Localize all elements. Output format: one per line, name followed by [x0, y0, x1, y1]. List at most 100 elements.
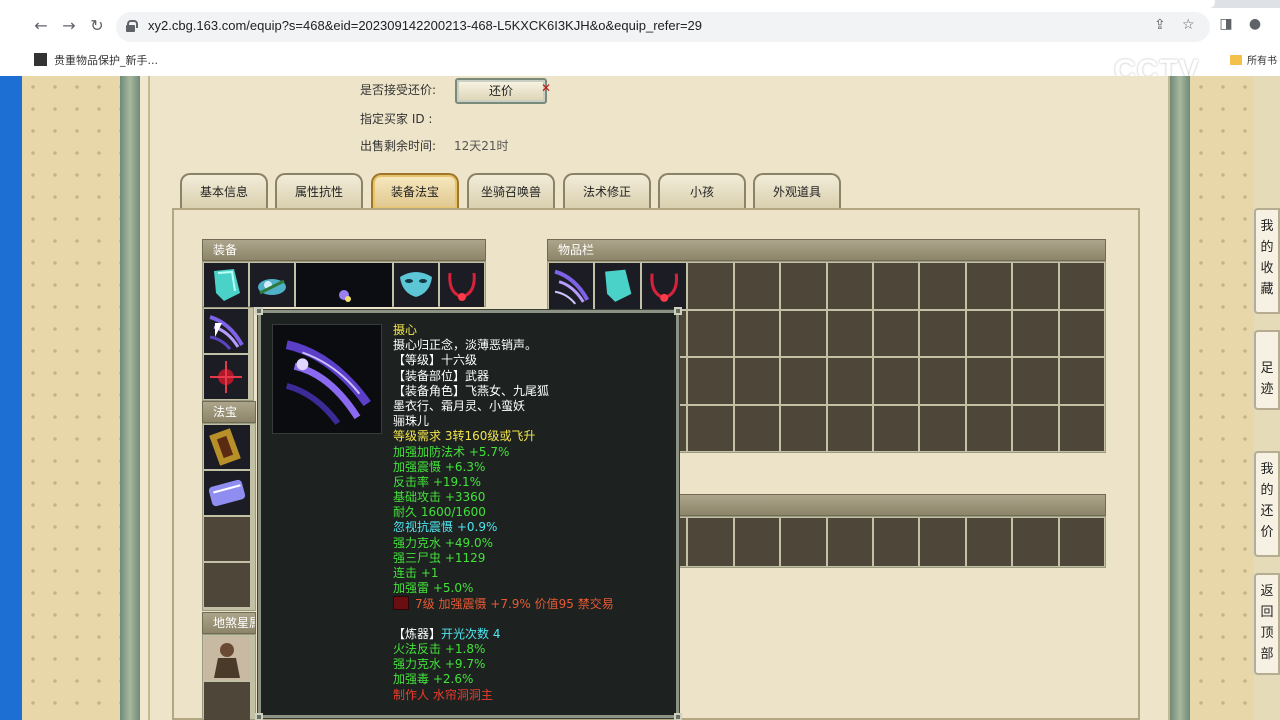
star-header: 地煞星属: [202, 612, 256, 634]
inventory-slot[interactable]: [641, 263, 687, 309]
grid-slot[interactable]: [920, 518, 965, 566]
grid-slot[interactable]: [781, 518, 826, 566]
tooltip-line-text: 【等级】十六级: [393, 353, 478, 368]
inventory-slot[interactable]: [920, 405, 965, 451]
address-bar[interactable]: xy2.cbg.163.com/equip?s=468&eid=20230914…: [116, 12, 1210, 42]
cape-icon: [605, 269, 632, 302]
inventory-slot[interactable]: [1013, 358, 1058, 404]
talisman-icon: [209, 428, 241, 466]
inventory-slot[interactable]: [1059, 405, 1104, 451]
inventory-slot[interactable]: [827, 405, 872, 451]
inventory-slot[interactable]: [734, 358, 780, 404]
inventory-slot[interactable]: [688, 405, 733, 451]
inventory-slot[interactable]: [688, 263, 733, 309]
inventory-slot[interactable]: [1059, 358, 1104, 404]
grid-slot[interactable]: [873, 518, 919, 566]
forward-icon[interactable]: →: [58, 15, 80, 37]
inventory-slot[interactable]: [734, 405, 780, 451]
tooltip-line-text: 基础攻击 +3360: [393, 490, 486, 505]
all-bookmarks[interactable]: 所有书: [1230, 52, 1277, 67]
share-icon[interactable]: ⇪: [1154, 17, 1166, 33]
inventory-slot[interactable]: [549, 263, 594, 309]
equip-weapon-slot[interactable]: [204, 309, 248, 353]
treasure-slot[interactable]: [204, 471, 250, 515]
star-slot[interactable]: [204, 636, 250, 680]
inventory-slot[interactable]: [688, 358, 733, 404]
inventory-slot[interactable]: [827, 263, 872, 309]
inventory-slot[interactable]: [734, 310, 780, 356]
tooltip-line: 【炼器】开光次数 4: [393, 627, 673, 642]
equip-character-slot[interactable]: [296, 263, 392, 307]
mask-icon: [400, 272, 432, 297]
my-counter-offers-button[interactable]: 我的还价: [1254, 451, 1280, 557]
grid-slot[interactable]: [1013, 518, 1058, 566]
inventory-slot[interactable]: [966, 310, 1012, 356]
inventory-slot[interactable]: [1059, 263, 1104, 309]
tab-mounts-pets[interactable]: 坐骑召唤兽: [467, 173, 555, 209]
grid-slot[interactable]: [688, 518, 733, 566]
active-tab[interactable]: [0, 0, 1215, 8]
inventory-slot[interactable]: [873, 263, 919, 309]
url-text[interactable]: xy2.cbg.163.com/equip?s=468&eid=20230914…: [148, 18, 702, 33]
inventory-slot[interactable]: [688, 310, 733, 356]
inventory-header: 物品栏: [547, 239, 1106, 261]
inventory-slot[interactable]: [1013, 405, 1058, 451]
inventory-slot[interactable]: [873, 310, 919, 356]
back-to-top-button[interactable]: 返回顶部: [1254, 573, 1280, 675]
treasure-slot[interactable]: [204, 517, 250, 561]
inventory-slot[interactable]: [781, 310, 826, 356]
side-panel-icon[interactable]: ◨: [1216, 16, 1236, 36]
back-icon[interactable]: ←: [30, 15, 52, 37]
inventory-slot[interactable]: [920, 358, 965, 404]
tooltip-line: 骊珠儿: [393, 414, 673, 429]
grid-slot[interactable]: [966, 518, 1012, 566]
treasure-slot[interactable]: [204, 425, 250, 469]
tooltip-line: 制作人 水帘洞洞主: [393, 688, 673, 703]
reload-icon[interactable]: ↻: [86, 15, 108, 37]
inventory-slot[interactable]: [966, 263, 1012, 309]
star-slot[interactable]: [204, 682, 250, 720]
inventory-slot[interactable]: [966, 405, 1012, 451]
tooltip-line: 【装备角色】飞燕女、九尾狐: [393, 384, 673, 399]
inventory-slot[interactable]: [966, 358, 1012, 404]
weapon-claw-icon: [285, 340, 371, 425]
inventory-slot[interactable]: [781, 405, 826, 451]
profile-icon[interactable]: ●: [1245, 16, 1265, 36]
equip-slot[interactable]: [440, 263, 484, 307]
inventory-slot[interactable]: [781, 358, 826, 404]
favorites-button[interactable]: 我的收藏: [1254, 208, 1280, 314]
equip-slot[interactable]: [204, 263, 248, 307]
inventory-slot[interactable]: [781, 263, 826, 309]
tab-children[interactable]: 小孩: [658, 173, 746, 209]
footprints-button[interactable]: 足迹: [1254, 330, 1280, 410]
grid-slot[interactable]: [734, 518, 780, 566]
inventory-slot[interactable]: [873, 358, 919, 404]
grid-slot[interactable]: [1059, 518, 1104, 566]
inventory-slot[interactable]: [595, 263, 640, 309]
inventory-slot[interactable]: [1013, 310, 1058, 356]
inventory-slot[interactable]: [1059, 310, 1104, 356]
treasure-slot[interactable]: [204, 563, 250, 607]
tab-attributes[interactable]: 属性抗性: [275, 173, 363, 209]
inventory-slot[interactable]: [920, 310, 965, 356]
inventory-slot[interactable]: [827, 358, 872, 404]
treasure-header: 法宝: [202, 401, 256, 423]
equip-slot[interactable]: [394, 263, 438, 307]
inventory-slot[interactable]: [827, 310, 872, 356]
tab-equipment[interactable]: 装备法宝: [371, 173, 459, 209]
tooltip-line-text: 制作人 水帘洞洞主: [393, 687, 493, 702]
bookmark-item[interactable]: 贵重物品保护_新手...: [34, 52, 158, 68]
grid-slot[interactable]: [827, 518, 872, 566]
equip-slot[interactable]: [250, 263, 294, 307]
inventory-slot[interactable]: [920, 263, 965, 309]
inventory-slot[interactable]: [1013, 263, 1058, 309]
star-icon[interactable]: ☆: [1182, 17, 1195, 33]
lock-icon[interactable]: [126, 20, 138, 32]
tab-appearance[interactable]: 外观道具: [753, 173, 841, 209]
equip-slot[interactable]: [204, 355, 248, 399]
inventory-slot[interactable]: [734, 263, 780, 309]
tab-basic-info[interactable]: 基本信息: [180, 173, 268, 209]
inventory-slot[interactable]: [873, 405, 919, 451]
tab-spell-correction[interactable]: 法术修正: [563, 173, 651, 209]
counter-offer-button[interactable]: 还价: [455, 78, 547, 104]
